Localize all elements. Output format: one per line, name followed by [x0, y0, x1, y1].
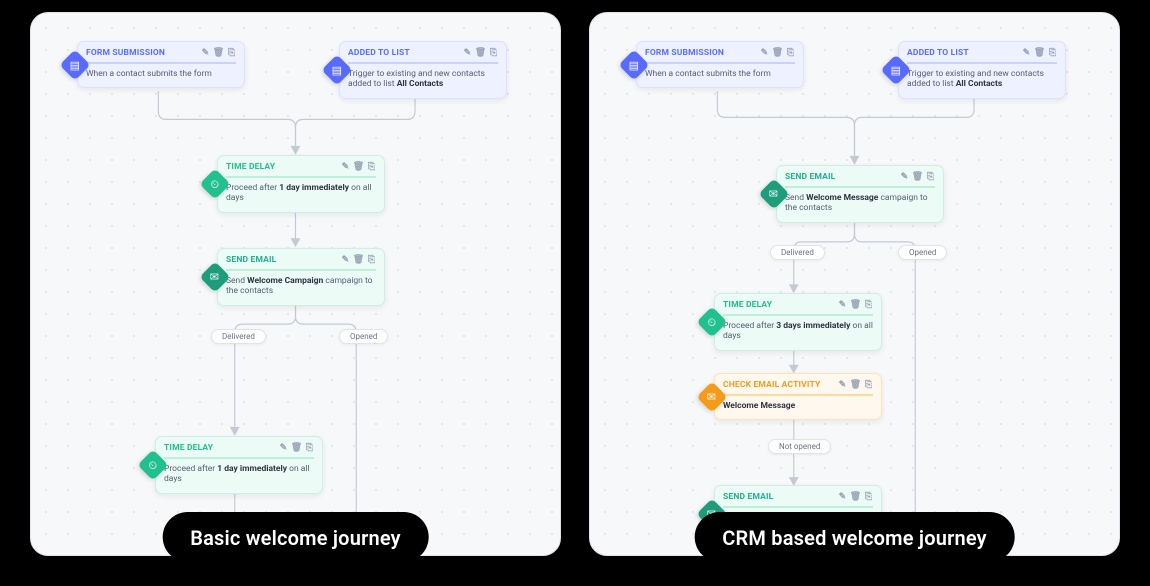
node-body: When a contact submits the form [645, 64, 795, 80]
edit-icon[interactable]: ✎ [900, 173, 909, 182]
branch-label-opened: Opened [898, 245, 947, 260]
node-body: Welcome Message [723, 396, 873, 412]
node-form-submission[interactable]: ▤ FORM SUBMISSION ✎🗑⎘ When a contact sub… [77, 41, 245, 88]
edit-icon[interactable]: ✎ [279, 444, 288, 453]
diagram-stage: ▤ FORM SUBMISSION ✎🗑⎘ When a contact sub… [0, 0, 1150, 586]
edit-icon[interactable]: ✎ [760, 49, 769, 58]
node-body: Proceed after 1 day immediately on all d… [164, 459, 314, 485]
toggle-icon[interactable]: ⎘ [864, 381, 873, 390]
branch-label-opened: Opened [339, 329, 388, 344]
toggle-icon[interactable]: ⎘ [786, 49, 795, 58]
node-body: When a contact submits the form [86, 64, 236, 80]
node-body: Trigger to existing and new contacts add… [907, 64, 1057, 90]
node-title: FORM SUBMISSION [86, 48, 165, 59]
delete-icon[interactable]: 🗑 [476, 49, 485, 58]
node-title: TIME DELAY [164, 443, 213, 454]
canvas-right: ▤ FORM SUBMISSION ✎🗑⎘ When a contact sub… [590, 13, 1119, 555]
delete-icon[interactable]: 🗑 [214, 49, 223, 58]
node-send-email-1[interactable]: ✉ SEND EMAIL ✎🗑⎘ Send Welcome Message ca… [776, 165, 944, 223]
edit-icon[interactable]: ✎ [838, 381, 847, 390]
node-tools[interactable]: ✎ 🗑 ⎘ [838, 381, 873, 390]
node-tools[interactable]: ✎ 🗑 ⎘ [900, 173, 935, 182]
node-tools[interactable]: ✎ 🗑 ⎘ [463, 49, 498, 58]
edit-icon[interactable]: ✎ [463, 49, 472, 58]
edit-icon[interactable]: ✎ [341, 256, 350, 265]
node-title: SEND EMAIL [785, 172, 835, 183]
edit-icon[interactable]: ✎ [838, 493, 847, 502]
delete-icon[interactable]: 🗑 [851, 381, 860, 390]
node-body: Send Welcome Message campaign to the con… [785, 188, 935, 214]
node-added-to-list[interactable]: ▤ ADDED TO LIST ✎🗑⎘ Trigger to existing … [898, 41, 1066, 99]
toggle-icon[interactable]: ⎘ [864, 493, 873, 502]
delete-icon[interactable]: 🗑 [292, 444, 301, 453]
delete-icon[interactable]: 🗑 [354, 256, 363, 265]
panel-left-caption: Basic welcome journey [162, 512, 429, 562]
toggle-icon[interactable]: ⎘ [926, 173, 935, 182]
node-body: Proceed after 1 day immediately on all d… [226, 178, 376, 204]
node-time-delay[interactable]: ⏲ TIME DELAY ✎🗑⎘ Proceed after 3 days im… [714, 293, 882, 351]
branch-label-delivered: Delivered [770, 245, 825, 260]
edit-icon[interactable]: ✎ [341, 163, 350, 172]
delete-icon[interactable]: 🗑 [354, 163, 363, 172]
toggle-icon[interactable]: ⎘ [305, 444, 314, 453]
node-tools[interactable]: ✎ 🗑 ⎘ [1022, 49, 1057, 58]
node-title: FORM SUBMISSION [645, 48, 724, 59]
node-title: ADDED TO LIST [348, 48, 410, 59]
edit-icon[interactable]: ✎ [201, 49, 210, 58]
node-title: CHECK EMAIL ACTIVITY [723, 380, 820, 391]
delete-icon[interactable]: 🗑 [913, 173, 922, 182]
canvas-left: ▤ FORM SUBMISSION ✎🗑⎘ When a contact sub… [31, 13, 560, 555]
node-tools[interactable]: ✎ 🗑 ⎘ [760, 49, 795, 58]
node-title: ADDED TO LIST [907, 48, 969, 59]
node-tools[interactable]: ✎ 🗑 ⎘ [341, 256, 376, 265]
node-form-submission[interactable]: ▤ FORM SUBMISSION ✎🗑⎘ When a contact sub… [636, 41, 804, 88]
panel-left: ▤ FORM SUBMISSION ✎🗑⎘ When a contact sub… [30, 12, 561, 556]
node-title: TIME DELAY [226, 162, 275, 173]
node-body: Proceed after 3 days immediately on all … [723, 316, 873, 342]
node-tools[interactable]: ✎ 🗑 ⎘ [341, 163, 376, 172]
toggle-icon[interactable]: ⎘ [367, 256, 376, 265]
branch-label-delivered: Delivered [211, 329, 266, 344]
panel-right-wrap: ▤ FORM SUBMISSION ✎🗑⎘ When a contact sub… [589, 12, 1120, 556]
panel-right-caption: CRM based welcome journey [694, 512, 1015, 562]
toggle-icon[interactable]: ⎘ [367, 163, 376, 172]
node-send-email[interactable]: ✉ SEND EMAIL ✎🗑⎘ Send Welcome Campaign c… [217, 248, 385, 306]
panel-right: ▤ FORM SUBMISSION ✎🗑⎘ When a contact sub… [589, 12, 1120, 556]
toggle-icon[interactable]: ⎘ [227, 49, 236, 58]
node-tools[interactable]: ✎ 🗑 ⎘ [838, 493, 873, 502]
delete-icon[interactable]: 🗑 [851, 301, 860, 310]
toggle-icon[interactable]: ⎘ [489, 49, 498, 58]
delete-icon[interactable]: 🗑 [851, 493, 860, 502]
node-title: SEND EMAIL [226, 255, 276, 266]
node-tools[interactable]: ✎ 🗑 ⎘ [201, 49, 236, 58]
delete-icon[interactable]: 🗑 [1035, 49, 1044, 58]
delete-icon[interactable]: 🗑 [773, 49, 782, 58]
node-check-email-activity[interactable]: ✉ CHECK EMAIL ACTIVITY ✎🗑⎘ Welcome Messa… [714, 373, 882, 420]
node-added-to-list[interactable]: ▤ ADDED TO LIST ✎🗑⎘ Trigger to existing … [339, 41, 507, 99]
toggle-icon[interactable]: ⎘ [1048, 49, 1057, 58]
node-title: SEND EMAIL [723, 492, 773, 503]
node-title: TIME DELAY [723, 300, 772, 311]
node-body: Trigger to existing and new contacts add… [348, 64, 498, 90]
node-tools[interactable]: ✎ 🗑 ⎘ [279, 444, 314, 453]
node-tools[interactable]: ✎ 🗑 ⎘ [838, 301, 873, 310]
edit-icon[interactable]: ✎ [1022, 49, 1031, 58]
node-time-delay-2[interactable]: ⏲ TIME DELAY ✎🗑⎘ Proceed after 1 day imm… [155, 436, 323, 494]
toggle-icon[interactable]: ⎘ [864, 301, 873, 310]
node-time-delay-1[interactable]: ⏲ TIME DELAY ✎🗑⎘ Proceed after 1 day imm… [217, 155, 385, 213]
node-body: Send Welcome Campaign campaign to the co… [226, 271, 376, 297]
branch-label-not-opened: Not opened [768, 439, 831, 454]
panel-left-wrap: ▤ FORM SUBMISSION ✎🗑⎘ When a contact sub… [30, 12, 561, 556]
edit-icon[interactable]: ✎ [838, 301, 847, 310]
